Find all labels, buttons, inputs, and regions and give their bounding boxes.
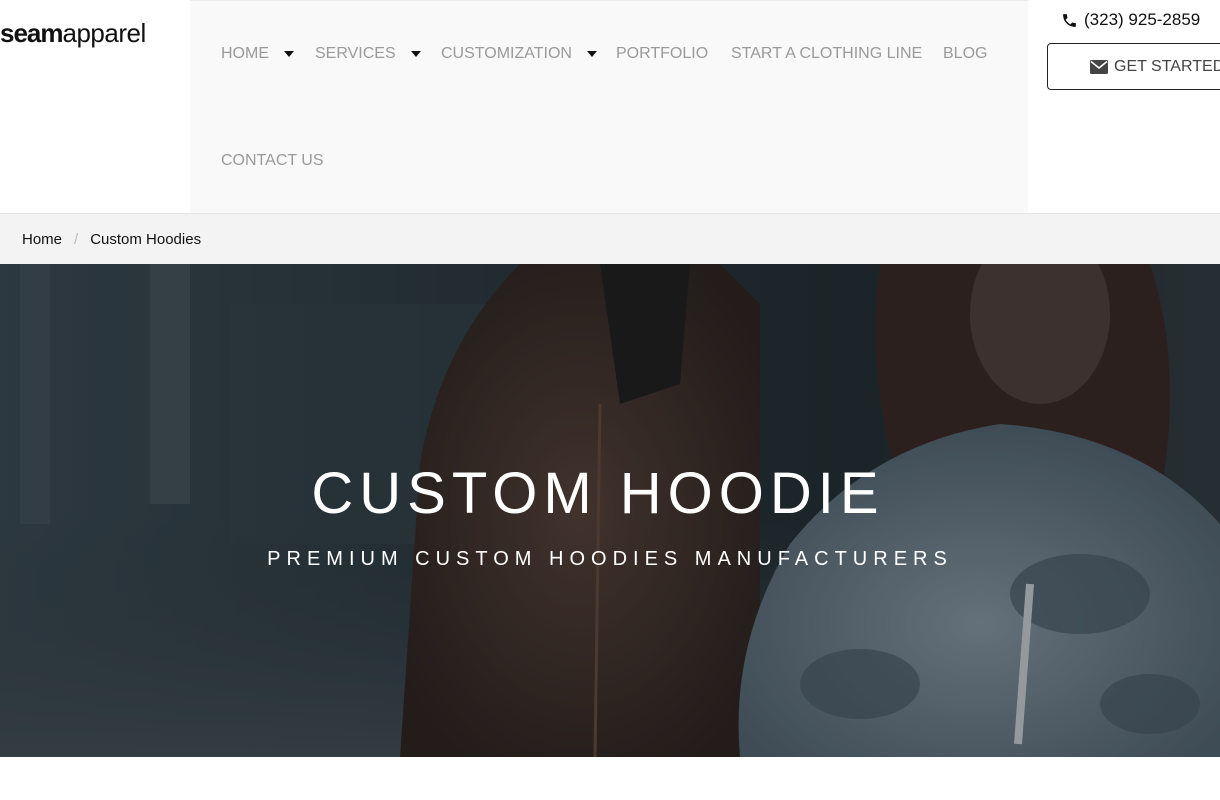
hero-title: CUSTOM HOODIE — [311, 461, 885, 526]
breadcrumb-separator: / — [74, 230, 79, 248]
nav-item-contact-us[interactable]: CONTACT US — [221, 152, 324, 170]
get-started-label: GET STARTED — [1114, 57, 1220, 75]
main-nav: HOME SERVICES CUSTOMIZATION PORTFOLIO ST… — [190, 0, 1028, 214]
hero-subtitle: PREMIUM CUSTOM HOODIES MANUFACTURERS — [267, 548, 953, 570]
breadcrumb-home[interactable]: Home — [22, 231, 62, 248]
nav-item-label: SERVICES — [315, 45, 396, 62]
phone-link[interactable]: (323) 925-2859 — [1061, 10, 1200, 30]
logo-light: apparel — [62, 18, 147, 48]
phone-icon — [1063, 13, 1076, 27]
nav-item-label: PORTFOLIO — [616, 45, 709, 62]
envelope-icon — [1090, 59, 1108, 74]
breadcrumb-current: Custom Hoodies — [90, 230, 202, 248]
hero-banner: CUSTOM HOODIE PREMIUM CUSTOM HOODIES MAN… — [0, 264, 1220, 757]
nav-item-home[interactable]: HOME — [221, 45, 294, 63]
contact-area: (323) 925-2859 GET STARTED — [1047, 0, 1220, 213]
caret-down-icon — [586, 51, 597, 57]
site-header: seam apparel HOME SERVICES CUSTOMIZATION … — [0, 0, 1220, 214]
nav-item-blog[interactable]: BLOG — [943, 45, 987, 63]
nav-item-services[interactable]: SERVICES — [315, 45, 421, 63]
get-started-button[interactable]: GET STARTED — [1047, 43, 1220, 90]
nav-item-label: CONTACT US — [221, 152, 324, 169]
nav-item-start-clothing-line[interactable]: START A CLOTHING LINE — [731, 45, 922, 63]
nav-item-label: BLOG — [943, 45, 988, 62]
nav-item-customization[interactable]: CUSTOMIZATION — [441, 45, 597, 63]
caret-down-icon — [284, 51, 294, 57]
phone-number: (323) 925-2859 — [1084, 10, 1201, 29]
nav-item-label: CUSTOMIZATION — [441, 45, 572, 62]
nav-item-label: START A CLOTHING LINE — [731, 45, 923, 62]
nav-item-portfolio[interactable]: PORTFOLIO — [616, 45, 708, 63]
logo-bold: seam — [0, 18, 63, 48]
site-logo[interactable]: seam apparel — [0, 18, 146, 54]
nav-item-label: HOME — [221, 45, 269, 62]
breadcrumb: Home / Custom Hoodies — [0, 213, 1220, 264]
caret-down-icon — [410, 51, 421, 57]
